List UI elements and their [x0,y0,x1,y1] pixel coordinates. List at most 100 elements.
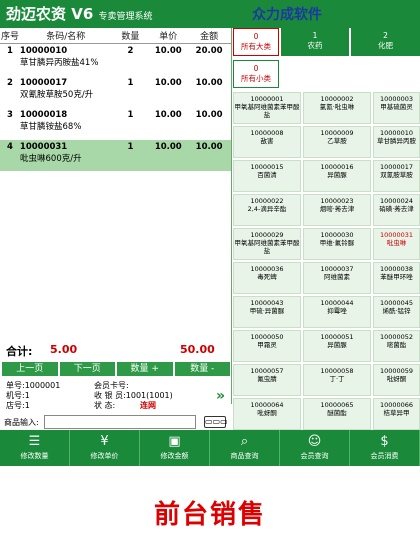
product-code: 10000052 [379,333,414,341]
product-code: 10000045 [379,299,414,307]
category-fertilizer[interactable]: 2 化肥 [351,28,420,56]
product-name: 桔草异甲 [383,409,410,417]
product-cell[interactable]: 10000043 甲硫·异菌脲 [233,296,301,328]
edit-price-button[interactable]: ¥ 修改单价 [70,430,140,466]
product-cell[interactable]: 10000057 氟虫腈 [233,364,301,396]
col-price: 单价 [159,32,178,42]
cell-qty: 2 [127,46,134,56]
cell-name: 吡虫啉600克/升 [20,154,82,164]
category-all[interactable]: 0 所有大类 [233,28,279,56]
cell-code: 10000010 [19,46,68,56]
product-cell[interactable]: 10000045 烯酰·锰锌 [373,296,420,328]
product-code: 10000043 [250,299,284,307]
product-panel: 0 所有大类 1 农药 2 化肥 0 所有小类 10000001 甲氧基阿维菌素苯… [233,28,420,430]
product-code: 10000016 [320,163,354,171]
product-name: 甲氧基阿维菌素苯甲酸盐 [234,103,300,119]
expand-arrow-icon[interactable]: » [216,388,225,404]
product-cell[interactable]: 10000008 敌害 [233,126,301,158]
product-cell[interactable]: 10000065 醚菌酯 [303,398,371,430]
table-row[interactable]: 3 10000018 1 10.00 10.00 草甘膦铵盐68% [0,108,231,140]
product-name: 氟虫腈 [257,375,277,383]
summary-amount: 50.00 [180,343,215,356]
product-cell[interactable]: 10000003 甲基硫菌灵 [373,92,420,124]
edit-qty-button[interactable]: ☰ 修改数量 [0,430,70,466]
edit-amount-button[interactable]: ▣ 修改金额 [140,430,210,466]
product-search-button[interactable]: ⌕ 商品查询 [210,430,280,466]
product-cell[interactable]: 10000051 异菌脲 [303,330,371,362]
product-name: 百菌清 [257,171,277,179]
product-name: 敌害 [260,137,274,145]
product-code: 10000001 [250,95,284,103]
row-line: 4 10000031 1 10.00 10.00 [0,142,231,152]
cell-code: 10000031 [19,142,68,152]
category-label: 化肥 [378,41,393,50]
category-num: 0 [253,32,259,41]
bottom-toolbar: ☰ 修改数量 ¥ 修改单价 ▣ 修改金额 ⌕ 商品查询 ☺ 会员查询 $ 会员消费 [0,430,420,466]
table-row[interactable]: 4 10000031 1 10.00 10.00 吡虫啉600克/升 [0,140,231,172]
product-name: 嘧菌酯 [386,341,407,349]
product-cell[interactable]: 10000023 烟嘧·莠去津 [303,194,371,226]
product-cell[interactable]: 10000010 草甘膦异丙胺 [373,126,420,158]
keyboard-icon[interactable]: ▭▭▭ [204,416,228,428]
product-name: 甲维·氟铃脲 [319,239,355,247]
product-cell[interactable]: 10000017 双氰胺草胺 [373,160,420,192]
product-name: 烟嘧·莠去津 [319,205,355,213]
cell-qty: 1 [127,78,134,88]
category-label: 农药 [307,41,323,50]
cell-price: 10.00 [154,142,182,152]
caption: 前台销售 [153,500,266,530]
logo-version: V6 [71,5,94,23]
product-cell[interactable]: 10000066 桔草异甲 [373,398,420,430]
tool-label: 会员查询 [300,452,329,460]
qty-minus-button[interactable]: 数量 - [174,362,230,376]
table-row[interactable]: 1 10000010 2 10.00 20.00 草甘膦异丙胺盐41% [0,44,231,76]
store-number: 店号:1 [6,401,30,410]
product-code: 10000017 [379,163,414,171]
product-cell[interactable]: 10000030 甲维·氟铃脲 [303,228,371,260]
prev-page-button[interactable]: 上一页 [2,362,58,376]
product-name: 2,4-滴异辛酯 [247,205,287,213]
product-cell[interactable]: 10000038 苯醚甲环唑 [373,262,420,294]
product-input[interactable] [44,415,196,429]
product-code: 10000038 [379,265,414,273]
product-name: 阿维菌素 [324,273,350,281]
cell-seq: 1 [6,46,13,56]
member-search-button[interactable]: ☺ 会员查询 [280,430,350,466]
product-input-row: 商品输入: ▭▭▭ [0,414,232,430]
category-pesticide[interactable]: 1 农药 [281,28,349,56]
qty-plus-button[interactable]: 数量 + [117,362,173,376]
product-cell[interactable]: 10000002 氯氰·吡虫啉 [303,92,371,124]
table-row[interactable]: 2 10000017 1 10.00 10.00 双氰胺草胺50克/升 [0,76,231,108]
product-name: 氯氰·吡虫啉 [319,103,355,111]
product-code: 10000044 [320,299,354,307]
category-num: 2 [383,31,388,40]
product-cell[interactable]: 10000036 毒死蜱 [233,262,301,294]
product-cell[interactable]: 10000044 抑霉唑 [303,296,371,328]
table-header: 序号 条码/名称 数量 单价 金额 [0,28,231,44]
member-payment-button[interactable]: $ 会员消费 [350,430,420,466]
product-cell[interactable]: 10000022 2,4-滴异辛酯 [233,194,301,226]
product-cell[interactable]: 10000037 阿维菌素 [303,262,371,294]
product-cell[interactable]: 10000031 吡虫啉 [373,228,420,260]
next-page-button[interactable]: 下一页 [59,362,115,376]
product-cell[interactable]: 10000029 甲氧基阿维菌素苯甲酸盐 [233,228,301,260]
status-value: 连网 [140,401,156,410]
product-cell[interactable]: 10000001 甲氧基阿维菌素苯甲酸盐 [233,92,301,124]
product-cell[interactable]: 10000015 百菌清 [233,160,301,192]
product-cell[interactable]: 10000024 硝磺·莠去津 [373,194,420,226]
cell-code: 10000017 [19,78,68,88]
category-num: 1 [312,31,318,40]
product-code: 10000008 [250,129,284,137]
product-cell[interactable]: 10000009 乙草胺 [303,126,371,158]
product-cell[interactable]: 10000052 嘧菌酯 [373,330,420,362]
product-cell[interactable]: 10000050 甲霜灵 [233,330,301,362]
product-cell[interactable]: 10000058 丁·丁 [303,364,371,396]
product-cell[interactable]: 10000059 吡蚜酮 [373,364,420,396]
edit-amount-icon: ▣ [168,434,181,449]
product-cell[interactable]: 10000064 吡蚜酮 [233,398,301,430]
subcategory-all[interactable]: 0 所有小类 [233,60,279,88]
product-code: 10000024 [379,197,414,205]
product-name: 乙草胺 [327,137,347,145]
cell-seq: 3 [6,110,13,120]
product-cell[interactable]: 10000016 异菌脲 [303,160,371,192]
